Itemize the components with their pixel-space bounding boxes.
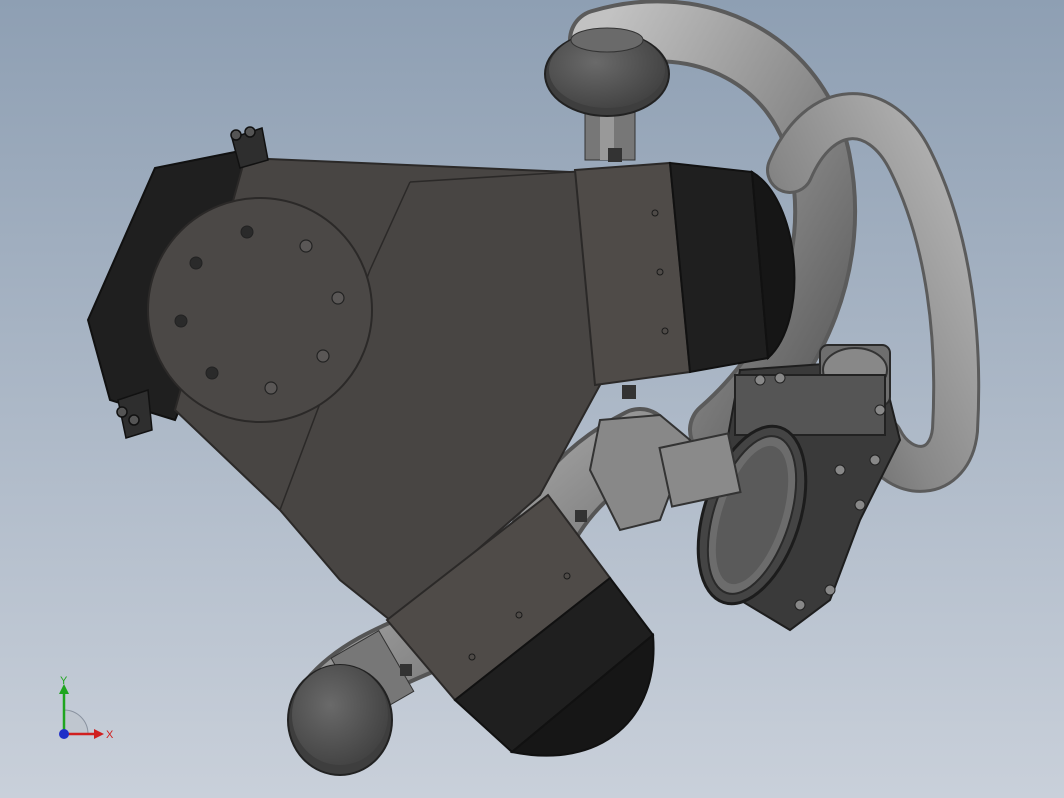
- z-axis-dot: [59, 729, 69, 739]
- y-axis-label: Y: [60, 675, 68, 687]
- graphics-viewport[interactable]: Y X: [0, 0, 1064, 798]
- model-view[interactable]: [0, 0, 1064, 798]
- x-axis-arrow: [94, 729, 104, 739]
- circular-flange: [147, 197, 373, 423]
- coordinate-triad: Y X: [59, 675, 114, 741]
- x-axis-label: X: [106, 729, 114, 741]
- triad-plane: [63, 709, 89, 735]
